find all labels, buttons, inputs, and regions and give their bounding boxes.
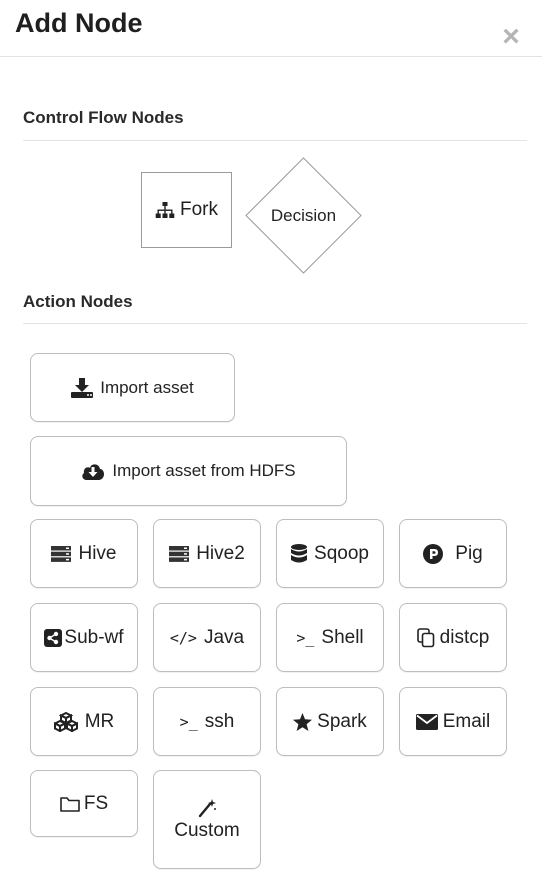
distcp-label: distcp: [439, 626, 490, 648]
fs-button[interactable]: FS: [30, 770, 138, 837]
shell-button[interactable]: >_ Shell: [276, 603, 384, 672]
terminal-icon: >_: [296, 628, 315, 647]
decision-node[interactable]: Decision: [245, 157, 362, 274]
hive2-label: Hive2: [196, 542, 245, 564]
subwf-label: Sub-wf: [64, 626, 124, 648]
import-asset-button[interactable]: Import asset: [30, 353, 235, 422]
ssh-button[interactable]: >_ ssh: [153, 687, 261, 756]
header-divider: [0, 56, 542, 57]
fork-node[interactable]: Fork: [141, 172, 232, 248]
custom-label: Custom: [174, 819, 240, 841]
sqoop-button[interactable]: Sqoop: [276, 519, 384, 588]
hive2-button[interactable]: Hive2: [153, 519, 261, 588]
pig-label: Pig: [455, 542, 483, 564]
spark-label: Spark: [317, 710, 367, 732]
magic-wand-icon: [197, 798, 217, 818]
cubes-icon: [53, 711, 78, 732]
action-nodes-heading: Action Nodes: [23, 292, 133, 311]
java-label: Java: [203, 626, 245, 648]
database-icon: [291, 543, 308, 564]
hive-label: Hive: [78, 542, 117, 564]
distcp-button[interactable]: distcp: [399, 603, 507, 672]
folder-icon: [60, 796, 80, 812]
mr-label: MR: [84, 710, 115, 732]
share-icon: [44, 628, 63, 647]
fs-label: FS: [83, 792, 109, 814]
star-icon: [293, 712, 313, 731]
import-hdfs-button[interactable]: Import asset from HDFS: [30, 436, 347, 506]
hive-button[interactable]: Hive: [30, 519, 138, 588]
dialog-title: Add Node: [15, 8, 143, 38]
sqoop-label: Sqoop: [314, 542, 369, 564]
code-icon: </>: [169, 628, 197, 647]
action-nodes-divider: [23, 323, 527, 324]
server-icon: [169, 545, 190, 562]
mr-button[interactable]: MR: [30, 687, 138, 756]
download-icon: [71, 377, 94, 398]
pig-p-icon: [423, 543, 444, 564]
envelope-icon: [415, 713, 438, 730]
terminal-icon: >_: [179, 712, 198, 731]
cloud-download-icon: [81, 462, 105, 480]
server-icon: [51, 545, 72, 562]
sitemap-icon: [155, 202, 175, 218]
import-hdfs-label: Import asset from HDFS: [112, 461, 296, 480]
email-button[interactable]: Email: [399, 687, 507, 756]
close-icon[interactable]: ×: [496, 22, 526, 52]
import-asset-label: Import asset: [100, 377, 194, 397]
email-label: Email: [442, 710, 491, 732]
java-button[interactable]: </> Java: [153, 603, 261, 672]
pig-button[interactable]: Pig: [399, 519, 507, 588]
ssh-label: ssh: [204, 710, 235, 732]
custom-button[interactable]: Custom: [153, 770, 261, 869]
control-flow-heading: Control Flow Nodes: [23, 108, 184, 127]
shell-label: Shell: [321, 626, 364, 648]
copy-icon: [416, 627, 435, 648]
fork-label: Fork: [180, 199, 218, 220]
control-flow-divider: [23, 140, 527, 141]
spark-button[interactable]: Spark: [276, 687, 384, 756]
decision-label: Decision: [270, 205, 337, 225]
subwf-button[interactable]: Sub-wf: [30, 603, 138, 672]
